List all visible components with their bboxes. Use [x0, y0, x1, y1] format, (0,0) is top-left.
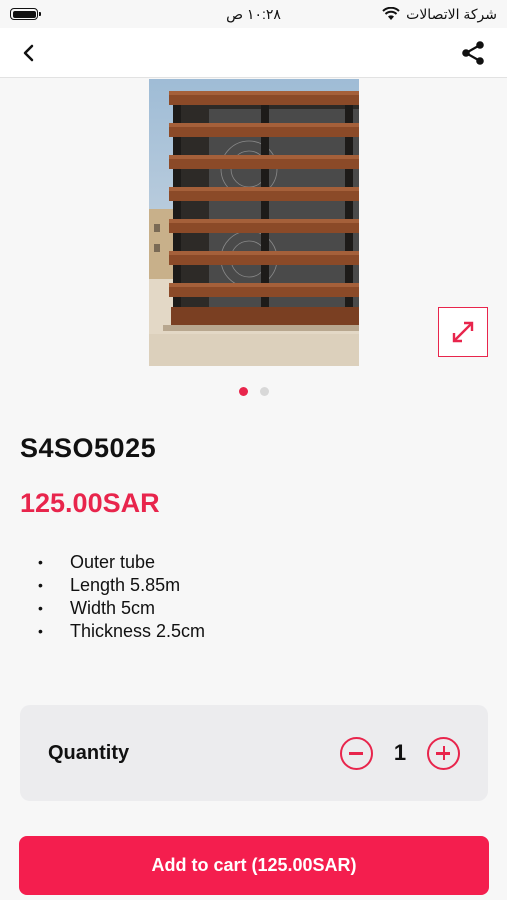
image-pagination: [0, 387, 507, 396]
expand-icon: [452, 321, 474, 343]
list-item: • Width 5cm: [38, 598, 156, 618]
wifi-icon: [382, 7, 400, 20]
share-button[interactable]: [459, 39, 487, 67]
feature-text: Thickness 2.5cm: [70, 621, 206, 641]
status-right: شركة الاتصالات: [382, 6, 497, 23]
feature-text: Outer tube: [70, 552, 156, 572]
minus-icon: [349, 752, 363, 755]
quantity-controls: 1: [340, 736, 460, 770]
feature-text: Width 5cm: [70, 598, 156, 618]
pagination-dot-active[interactable]: [238, 387, 248, 396]
add-to-cart-button[interactable]: Add to cart (125.00SAR): [19, 836, 489, 895]
quantity-stepper: Quantity 1: [20, 705, 488, 801]
feature-list: • Outer tube • Length 5.85m • Width 5cm • Th…: [38, 551, 205, 643]
pagination-dot[interactable]: [259, 387, 269, 396]
status-bar: ١٠:٢٨ ص شركة الاتصالات: [0, 0, 507, 28]
list-item: • Thickness 2.5cm: [38, 621, 206, 641]
share-icon: [462, 41, 484, 65]
decrease-quantity-button[interactable]: [340, 736, 373, 770]
product-code: S4SO5025: [20, 433, 157, 463]
feature-text: Length 5.85m: [70, 575, 181, 595]
quantity-value: 1: [393, 740, 407, 765]
increase-quantity-button[interactable]: [427, 736, 460, 770]
expand-button[interactable]: [438, 307, 488, 357]
back-button[interactable]: [16, 40, 42, 66]
product-price: 125.00SAR: [20, 488, 160, 518]
nav-bar: [0, 28, 507, 78]
quantity-label: Quantity: [48, 741, 130, 764]
battery-icon: [10, 8, 41, 20]
chevron-left-icon: [23, 44, 34, 62]
carrier-name: شركة الاتصالات: [406, 5, 497, 22]
product-photo: [149, 79, 359, 366]
status-time: ١٠:٢٨ ص: [226, 5, 281, 22]
list-item: • Length 5.85m: [38, 575, 181, 595]
product-image[interactable]: [149, 79, 359, 366]
list-item: • Outer tube: [38, 552, 156, 572]
